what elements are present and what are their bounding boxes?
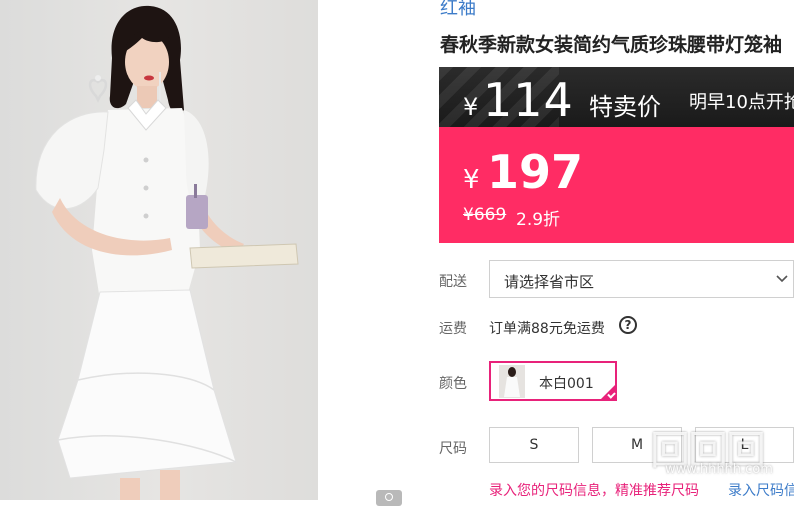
price-currency: ¥: [463, 165, 480, 195]
question-circle-icon[interactable]: ?: [619, 316, 637, 334]
watermark-url: www.hhhhh.com: [665, 462, 773, 477]
size-hint: 录入您的尺码信息，精准推荐尺码: [489, 483, 699, 499]
flash-sale-tag: 特卖价: [589, 93, 661, 121]
size-entry-link[interactable]: 录入尺码信息: [728, 480, 794, 500]
checkmark-icon: [599, 383, 617, 401]
flash-currency: ¥: [463, 93, 479, 121]
discount-label: 2.9折: [516, 210, 561, 230]
color-option-label: 本白001: [539, 376, 594, 392]
color-label: 颜色: [439, 376, 467, 392]
model-illustration: [35, 5, 299, 500]
delivery-label: 配送: [439, 274, 467, 290]
size-option-s[interactable]: S: [489, 427, 579, 463]
zoom-button[interactable]: [376, 490, 402, 506]
region-select-value: 请选择省市区: [504, 273, 595, 291]
region-select[interactable]: 请选择省市区: [489, 260, 794, 298]
color-option-selected[interactable]: 本白001: [489, 361, 617, 401]
flash-sale-price: 114: [483, 73, 574, 127]
brand-link[interactable]: 红袖: [440, 0, 476, 20]
shipping-label: 运费: [439, 321, 467, 337]
flash-sale-banner: ¥ 114 特卖价 明早10点开抢: [439, 67, 794, 127]
price-panel: ¥ 197 ¥669 2.9折: [439, 127, 794, 243]
color-thumbnail: [499, 365, 525, 398]
current-price: 197: [487, 145, 584, 199]
flash-sale-time: 明早10点开抢: [689, 92, 794, 113]
original-price: ¥669: [463, 205, 507, 225]
product-title: 春秋季新款女装简约气质珍珠腰带灯笼袖: [440, 34, 783, 56]
size-label: 尺码: [439, 441, 467, 457]
chevron-down-icon: [776, 275, 788, 283]
shipping-info: 订单满88元免运费: [489, 321, 605, 337]
product-image[interactable]: [0, 0, 318, 500]
